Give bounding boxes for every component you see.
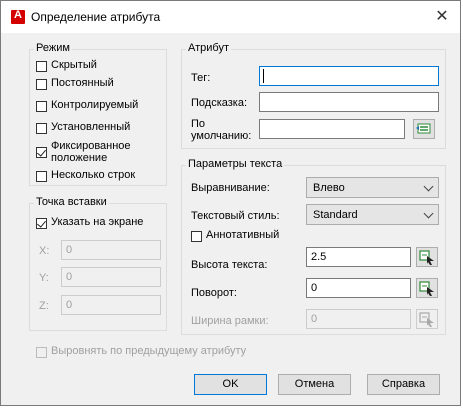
autocad-app-icon: A [11,9,25,24]
default-label-line2: умолчанию: [191,130,252,142]
insert-field-button[interactable] [413,119,435,139]
attribute-legend: Атрибут [186,42,231,54]
verify-checkbox[interactable] [36,101,47,112]
prompt-label: Подсказка: [191,97,248,109]
rotation-input[interactable]: 0 [306,278,411,298]
text-caret [263,69,264,83]
tag-label: Тег: [191,72,211,84]
specify-on-screen-checkbox[interactable] [36,218,47,229]
mode-legend: Режим [34,42,72,54]
annotative-checkbox[interactable] [191,231,202,242]
boundary-width-input[interactable]: 0 [306,309,411,329]
text-style-label: Текстовый стиль: [191,210,280,222]
chevron-down-icon [423,208,434,219]
justification-label: Выравнивание: [191,182,270,194]
default-input[interactable] [259,119,405,139]
justification-value: Влево [313,182,345,194]
boundary-width-pick-button[interactable] [416,309,438,329]
boundary-width-label: Ширина рамки: [191,315,269,327]
y-field[interactable]: 0 [61,267,161,287]
preset-label: Установленный [51,121,131,133]
align-below-previous-checkbox[interactable] [36,347,47,358]
title-bar: A Определение атрибута ✕ [1,1,460,33]
text-style-value: Standard [313,209,358,221]
specify-on-screen-label: Указать на экране [51,216,144,228]
preset-checkbox[interactable] [36,123,47,134]
hidden-label: Скрытый [51,59,97,71]
text-height-input[interactable]: 2.5 [306,247,411,267]
insertion-point-legend: Точка вставки [34,196,109,208]
multiple-lines-checkbox[interactable] [36,171,47,182]
constant-checkbox[interactable] [36,79,47,90]
hidden-checkbox[interactable] [36,61,47,72]
ok-button[interactable]: OK [194,374,267,395]
rotation-label: Поворот: [191,287,237,299]
chevron-down-icon [423,181,434,192]
pick-point-icon [419,281,434,296]
default-label-line1: По [191,118,206,130]
multiple-lines-label: Несколько строк [51,169,136,181]
lock-position-label-line1: Фиксированное [51,140,131,152]
x-label: X: [39,245,50,257]
text-settings-legend: Параметры текста [186,158,285,170]
lock-position-checkbox[interactable] [36,147,47,158]
verify-label: Контролируемый [51,99,139,111]
x-field[interactable]: 0 [61,240,161,260]
prompt-input[interactable] [259,92,439,112]
text-style-select[interactable]: Standard [306,204,439,225]
align-below-previous-label: Выровнять по предыдущему атрибуту [51,345,247,357]
justification-select[interactable]: Влево [306,177,439,198]
cancel-button[interactable]: Отмена [278,374,351,395]
text-height-label: Высота текста: [191,259,268,271]
help-button[interactable]: Справка [367,374,440,395]
mode-group [29,49,167,186]
y-label: Y: [39,272,49,284]
pick-point-icon [419,250,434,265]
text-height-pick-button[interactable] [416,247,438,267]
z-label: Z: [39,300,49,312]
close-icon[interactable]: ✕ [432,7,452,27]
annotative-label: Аннотативный [206,229,280,241]
tag-input[interactable] [259,66,439,86]
attribute-definition-dialog: A Определение атрибута ✕ Режим Скрытый П… [0,0,461,406]
pick-point-icon [419,312,434,327]
rotation-pick-button[interactable] [416,278,438,298]
constant-label: Постоянный [51,77,114,89]
insert-field-icon [416,123,431,134]
z-field[interactable]: 0 [61,295,161,315]
lock-position-label-line2: положение [51,152,108,164]
window-title: Определение атрибута [31,10,161,24]
